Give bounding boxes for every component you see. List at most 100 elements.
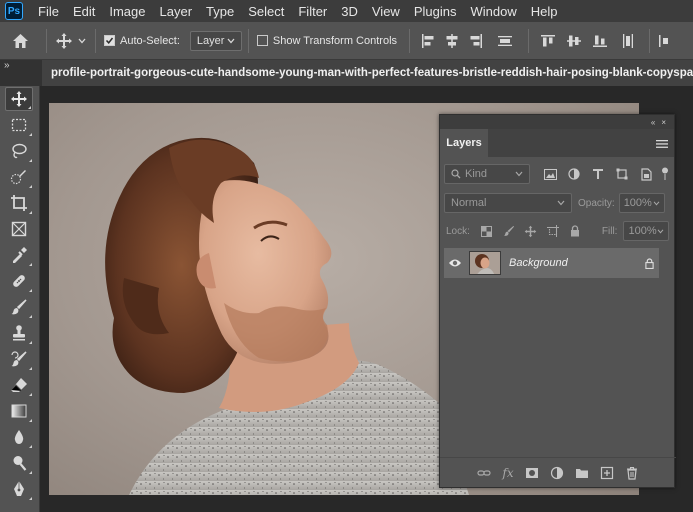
align-vertical-centers-icon[interactable] [561,33,587,49]
gradient-tool[interactable] [5,399,33,423]
move-icon [11,91,27,107]
blend-opacity-row: Normal Opacity: 100% [440,193,676,213]
layers-panel-footer: fx [440,457,676,487]
menu-edit[interactable]: Edit [66,4,102,19]
eraser-tool[interactable] [5,373,33,397]
auto-select-label: Auto-Select: [120,34,180,47]
document-tab[interactable]: profile-portrait-gorgeous-cute-handsome-… [42,60,693,86]
separator [528,28,530,53]
lasso-tool[interactable] [5,139,33,163]
blend-mode-value: Normal [451,197,487,209]
clone-stamp-tool[interactable] [5,321,33,345]
menu-window[interactable]: Window [463,4,523,19]
chevron-down-icon [653,201,660,206]
menu-view[interactable]: View [365,4,407,19]
blend-mode-dropdown[interactable]: Normal [444,193,572,213]
distribute-vertical-icon[interactable] [488,33,522,49]
distribute-horizontal-icon[interactable] [613,33,643,49]
rectangular-marquee-tool[interactable] [5,113,33,137]
add-layer-mask-icon[interactable] [525,466,539,480]
separator [247,28,249,53]
dodge-tool[interactable] [5,451,33,475]
more-options-icon[interactable] [656,33,670,49]
menu-select[interactable]: Select [241,4,291,19]
frame-icon [11,221,27,237]
align-right-edges-icon[interactable] [464,33,488,49]
tab-layers[interactable]: Layers [440,129,488,157]
crop-tool[interactable] [5,191,33,215]
fill-label: Fill: [601,225,618,237]
align-horizontal-centers-icon[interactable] [440,33,464,49]
opacity-label: Opacity: [578,197,615,209]
filter-adjustment-layer-icon[interactable] [562,168,586,180]
menu-image[interactable]: Image [102,4,152,19]
menu-filter[interactable]: Filter [291,4,334,19]
collapse-toolbar-icon[interactable]: » [4,60,10,71]
separator [649,28,651,53]
stamp-icon [13,325,25,341]
show-transform-checkbox[interactable] [256,35,268,46]
auto-select-target-dropdown[interactable]: Layer [189,30,242,51]
layer-name[interactable]: Background [509,257,639,269]
new-layer-icon[interactable] [600,466,614,480]
lock-image-pixels-icon[interactable] [498,225,520,237]
close-panel-icon[interactable]: × [661,118,666,127]
filter-type-layer-icon[interactable] [586,168,610,180]
blur-tool[interactable] [5,425,33,449]
chevron-down-icon[interactable] [75,38,89,44]
home-icon[interactable] [0,22,40,60]
layer-effects-icon[interactable]: fx [502,466,513,480]
history-brush-tool[interactable] [5,347,33,371]
filter-smart-object-icon[interactable] [634,167,658,181]
pen-tool[interactable] [5,477,33,501]
history-brush-icon [11,351,27,367]
filter-kind-dropdown[interactable]: Kind [444,164,530,184]
menu-3d[interactable]: 3D [334,4,365,19]
lock-all-icon[interactable] [564,225,586,237]
layer-row-background[interactable]: Background [444,248,659,278]
new-group-icon[interactable] [575,466,589,480]
visibility-eye-icon[interactable] [444,258,466,268]
lock-position-icon[interactable] [520,225,542,238]
menu-plugins[interactable]: Plugins [407,4,464,19]
delete-layer-icon[interactable] [625,466,639,480]
new-adjustment-layer-icon[interactable] [550,466,564,480]
menu-bar: Ps File Edit Image Layer Type Select Fil… [0,0,693,22]
panel-menu-icon[interactable] [656,138,668,152]
fill-input[interactable]: 100% [623,221,670,241]
photoshop-logo: Ps [5,2,23,20]
filter-shape-layer-icon[interactable] [610,168,634,180]
filter-toggle-icon[interactable] [658,167,672,181]
separator [46,28,47,53]
menu-help[interactable]: Help [524,4,565,19]
filter-pixel-layer-icon[interactable] [538,168,562,180]
menu-type[interactable]: Type [199,4,241,19]
lock-transparent-pixels-icon[interactable] [476,225,498,237]
dodge-icon [13,456,27,471]
layer-lock-icon[interactable] [639,257,659,269]
brush-tool[interactable] [5,295,33,319]
auto-select-checkbox[interactable] [104,35,115,46]
layers-panel: « × Layers Kind Normal Opacity: 100% Loc… [439,114,676,488]
gradient-icon [11,404,27,418]
tools-panel [0,86,40,512]
link-layers-icon[interactable] [477,466,491,480]
align-left-edges-icon[interactable] [416,33,440,49]
opacity-input[interactable]: 100% [618,193,665,213]
panel-title-bar[interactable]: « × [440,115,674,129]
menu-layer[interactable]: Layer [153,4,200,19]
move-tool[interactable] [5,87,33,111]
move-tool-preset-icon[interactable] [53,32,75,50]
align-top-edges-icon[interactable] [535,33,561,49]
spot-healing-brush-tool[interactable] [5,269,33,293]
menu-file[interactable]: File [31,4,66,19]
show-transform-label: Show Transform Controls [272,34,398,47]
pen-icon [14,481,24,496]
eyedropper-tool[interactable] [5,243,33,267]
quick-selection-tool[interactable] [5,165,33,189]
align-bottom-edges-icon[interactable] [587,33,613,49]
frame-tool[interactable] [5,217,33,241]
collapse-panel-icon[interactable]: « [651,118,655,127]
lock-artboard-icon[interactable] [542,225,564,237]
lock-fill-row: Lock: Fill: 100% [440,221,676,241]
